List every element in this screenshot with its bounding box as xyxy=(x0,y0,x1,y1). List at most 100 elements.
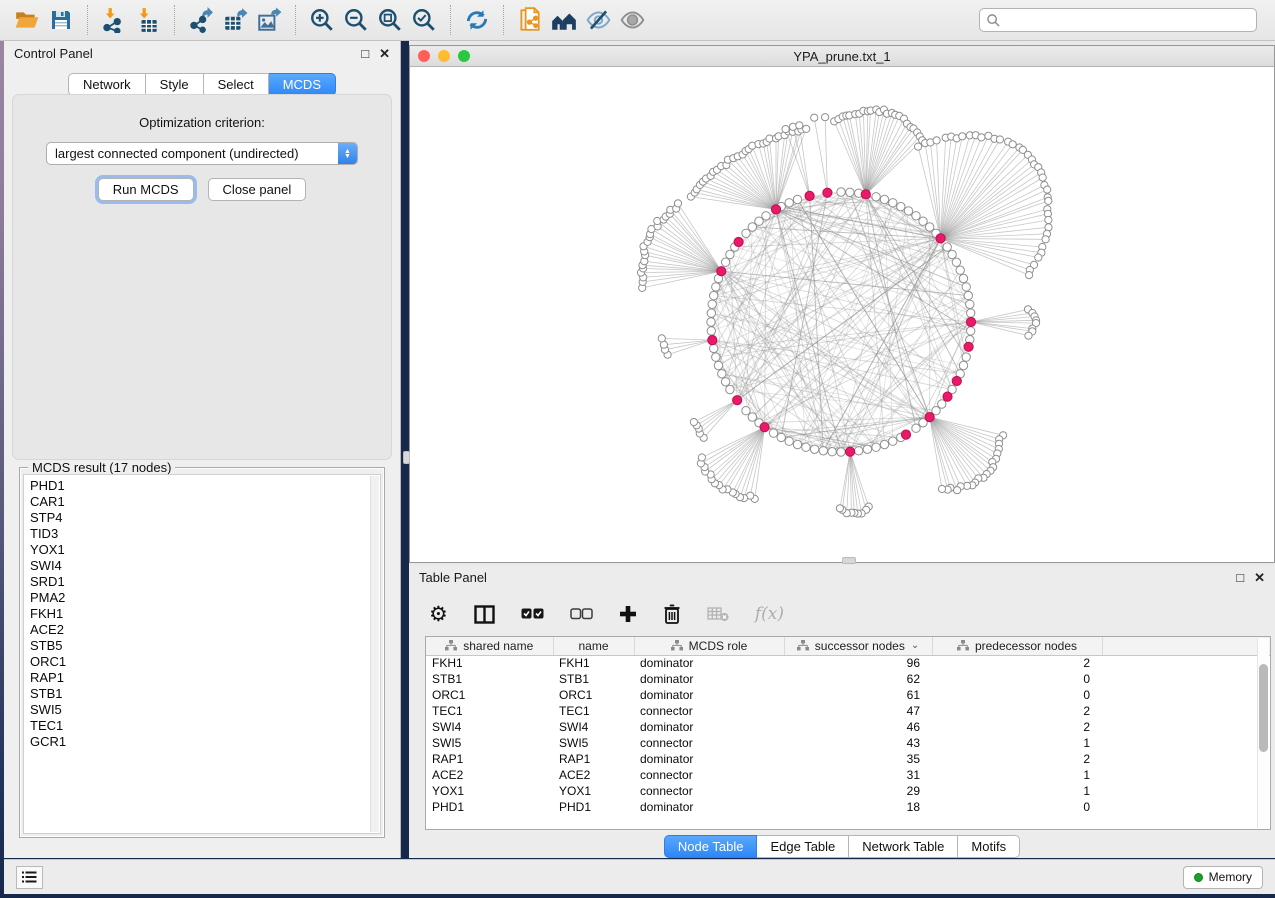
graph-node[interactable] xyxy=(742,229,750,237)
graph-node[interactable] xyxy=(710,291,718,299)
table-row[interactable]: PHD1PHD1dominator180 xyxy=(426,799,1270,815)
graph-node[interactable] xyxy=(803,125,810,132)
show-all-icon[interactable] xyxy=(615,3,649,37)
graph-dominator-node[interactable] xyxy=(936,234,945,243)
search-box[interactable] xyxy=(979,8,1257,32)
graph-dominator-node[interactable] xyxy=(901,430,910,439)
graph-node[interactable] xyxy=(828,448,836,456)
graph-node[interactable] xyxy=(959,361,967,369)
function-builder-icon[interactable]: f(x) xyxy=(755,604,784,624)
tab-network[interactable]: Network xyxy=(68,73,146,96)
tab-node-table[interactable]: Node Table xyxy=(664,835,758,858)
graph-dominator-node[interactable] xyxy=(846,447,855,456)
table-row[interactable]: YOX1YOX1connector291 xyxy=(426,783,1270,799)
graph-dominator-node[interactable] xyxy=(861,190,870,199)
table-scrollbar-thumb[interactable] xyxy=(1259,664,1268,752)
graph-node[interactable] xyxy=(1045,224,1052,231)
mcds-result-item[interactable]: SWI5 xyxy=(30,702,380,718)
graph-node[interactable] xyxy=(726,250,734,258)
graph-node[interactable] xyxy=(872,193,880,201)
panel-menu-button[interactable] xyxy=(16,866,43,889)
save-session-icon[interactable] xyxy=(44,3,78,37)
graph-node[interactable] xyxy=(1026,272,1033,279)
graph-node[interactable] xyxy=(954,487,961,494)
select-all-rows-icon[interactable] xyxy=(521,608,544,620)
mcds-result-item[interactable]: SWI4 xyxy=(30,558,380,574)
mcds-result-item[interactable]: YOX1 xyxy=(30,542,380,558)
column-header-MCDS-role[interactable]: MCDS role xyxy=(634,637,784,655)
table-row[interactable]: TEC1TEC1connector472 xyxy=(426,703,1270,719)
graph-node[interactable] xyxy=(712,353,720,361)
graph-dominator-node[interactable] xyxy=(952,376,961,385)
graph-node[interactable] xyxy=(872,443,880,451)
mcds-result-item[interactable]: STB1 xyxy=(30,686,380,702)
graph-node[interactable] xyxy=(912,424,920,432)
apply-layout-icon[interactable] xyxy=(460,3,494,37)
graph-node[interactable] xyxy=(777,433,785,441)
mcds-result-item[interactable]: TEC1 xyxy=(30,718,380,734)
graph-node[interactable] xyxy=(1025,332,1032,339)
mcds-result-item[interactable]: FKH1 xyxy=(30,606,380,622)
network-canvas[interactable] xyxy=(410,67,1274,562)
graph-node[interactable] xyxy=(721,258,729,266)
tab-mcds[interactable]: MCDS xyxy=(269,73,336,96)
graph-node[interactable] xyxy=(748,413,756,421)
show-hide-columns-icon[interactable] xyxy=(474,605,495,624)
graph-node[interactable] xyxy=(1044,186,1051,193)
graph-dominator-node[interactable] xyxy=(708,336,717,345)
graph-node[interactable] xyxy=(966,300,974,308)
mcds-result-item[interactable]: GCR1 xyxy=(30,734,380,750)
mcds-result-item[interactable]: PMA2 xyxy=(30,590,380,606)
mcds-result-item[interactable]: RAP1 xyxy=(30,670,380,686)
graph-dominator-node[interactable] xyxy=(925,413,934,422)
tab-style[interactable]: Style xyxy=(146,73,204,96)
criterion-dropdown[interactable]: largest connected component (undirected)… xyxy=(46,142,358,165)
table-row[interactable]: ACE2ACE2connector311 xyxy=(426,767,1270,783)
delete-table-icon[interactable] xyxy=(707,606,729,622)
graph-node[interactable] xyxy=(1042,236,1049,243)
graph-dominator-node[interactable] xyxy=(805,191,814,200)
graph-node[interactable] xyxy=(943,243,951,251)
graph-node[interactable] xyxy=(959,274,967,282)
graph-node[interactable] xyxy=(837,448,845,456)
graph-node[interactable] xyxy=(1035,254,1042,261)
graph-node[interactable] xyxy=(819,447,827,455)
graph-node[interactable] xyxy=(919,217,927,225)
mcds-result-item[interactable]: SRD1 xyxy=(30,574,380,590)
column-header-successor-nodes[interactable]: successor nodes⌄ xyxy=(784,637,932,655)
graph-node[interactable] xyxy=(658,335,665,342)
graph-node[interactable] xyxy=(948,250,956,258)
close-table-panel-icon[interactable]: ✕ xyxy=(1254,571,1265,584)
import-table-icon[interactable] xyxy=(131,3,165,37)
close-panel-button[interactable]: Close panel xyxy=(208,178,307,201)
graph-node[interactable] xyxy=(769,429,777,437)
graph-node[interactable] xyxy=(721,378,729,386)
graph-node[interactable] xyxy=(967,309,975,317)
graph-node[interactable] xyxy=(1045,197,1052,204)
graph-dominator-node[interactable] xyxy=(734,237,743,246)
graph-node[interactable] xyxy=(782,126,789,133)
float-panel-icon[interactable]: □ xyxy=(361,47,369,60)
zoom-in-icon[interactable] xyxy=(305,3,339,37)
mcds-result-item[interactable]: ORC1 xyxy=(30,654,380,670)
graph-node[interactable] xyxy=(748,223,756,231)
column-header-predecessor-nodes[interactable]: predecessor nodes xyxy=(932,637,1102,655)
run-mcds-button[interactable]: Run MCDS xyxy=(98,178,194,201)
graph-node[interactable] xyxy=(837,188,845,196)
deselect-all-rows-icon[interactable] xyxy=(570,608,593,620)
graph-node[interactable] xyxy=(793,440,801,448)
graph-node[interactable] xyxy=(698,454,705,461)
graph-node[interactable] xyxy=(707,309,715,317)
graph-dominator-node[interactable] xyxy=(964,342,973,351)
graph-node[interactable] xyxy=(952,258,960,266)
graph-node[interactable] xyxy=(1009,141,1016,148)
graph-node[interactable] xyxy=(708,300,716,308)
graph-node[interactable] xyxy=(707,318,715,326)
memory-button[interactable]: Memory xyxy=(1183,866,1263,889)
search-input[interactable] xyxy=(1001,13,1250,27)
graph-node[interactable] xyxy=(855,447,863,455)
mcds-list-scrollbar[interactable] xyxy=(370,476,379,832)
graph-node[interactable] xyxy=(956,266,964,274)
graph-node[interactable] xyxy=(880,440,888,448)
graph-node[interactable] xyxy=(718,370,726,378)
